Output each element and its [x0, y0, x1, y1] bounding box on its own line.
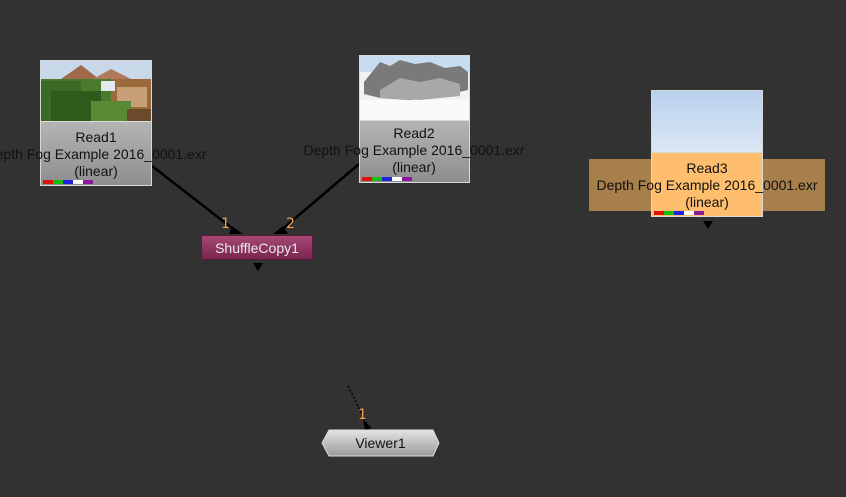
read3-name: Read3: [686, 160, 728, 176]
viewer1-node[interactable]: Viewer1: [322, 430, 439, 456]
read1-file: Depth Fog Example 2016_0001.exr: [0, 146, 207, 162]
read1-name: Read1: [75, 129, 117, 145]
read1-thumbnail: [40, 60, 152, 122]
shufflecopy1-node[interactable]: ShuffleCopy1: [201, 235, 313, 260]
read1-node[interactable]: Read1 Depth Fog Example 2016_0001.exr (l…: [0, 60, 207, 186]
shufflecopy1-name: ShuffleCopy1: [215, 240, 299, 256]
shufflecopy1-input2-number: 2: [286, 216, 295, 232]
read1-colorspace: (linear): [74, 163, 118, 179]
viewer1-input1-number: 1: [358, 407, 367, 423]
read3-thumbnail: [651, 90, 763, 153]
read3-colorspace: (linear): [685, 194, 729, 210]
read2-colorspace: (linear): [392, 159, 436, 175]
read2-node[interactable]: Read2 Depth Fog Example 2016_0001.exr (l…: [303, 55, 525, 183]
read2-thumbnail: [359, 55, 470, 121]
read2-channel-swatches: [362, 177, 412, 181]
read1-channel-swatches: [43, 180, 93, 184]
read3-channel-swatches: [654, 211, 704, 215]
read3-node[interactable]: Read3 Depth Fog Example 2016_0001.exr (l…: [596, 90, 818, 217]
viewer1-name: Viewer1: [355, 435, 406, 451]
read3-file: Depth Fog Example 2016_0001.exr: [596, 177, 818, 193]
read3-output-arrow[interactable]: [703, 221, 713, 229]
shufflecopy1-output-arrow[interactable]: [253, 263, 263, 271]
read2-name: Read2: [393, 125, 435, 141]
read2-file: Depth Fog Example 2016_0001.exr: [303, 142, 525, 158]
shufflecopy1-input1-number: 1: [221, 216, 230, 232]
